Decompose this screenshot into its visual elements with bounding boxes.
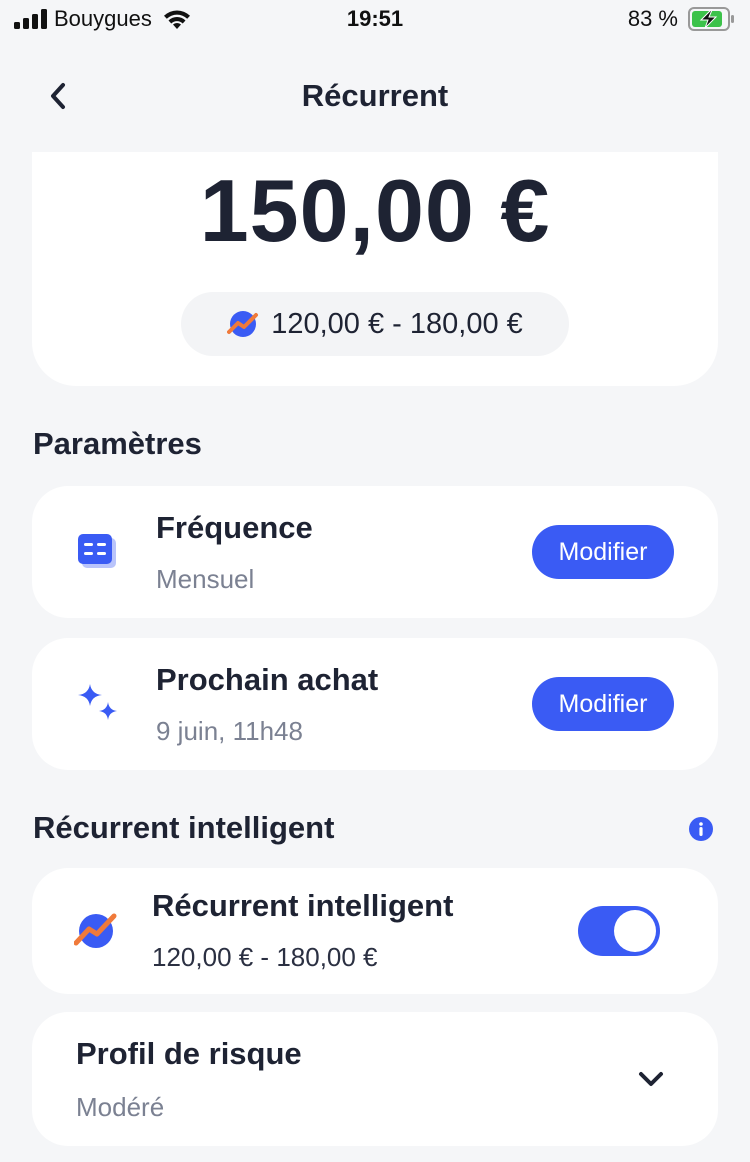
frequency-value: Mensuel xyxy=(156,564,255,594)
status-right: 83 % xyxy=(628,6,736,32)
next-purchase-card: Prochain achat 9 juin, 11h48 Modifier xyxy=(32,638,718,770)
battery-percent: 83 % xyxy=(627,6,678,31)
smart-recurring-range: 120,00 € - 180,00 € xyxy=(152,942,378,972)
calendar-icon xyxy=(78,534,116,568)
next-purchase-title: Prochain achat xyxy=(156,662,379,697)
modify-next-purchase-button[interactable]: Modifier xyxy=(532,677,674,731)
trend-icon xyxy=(74,913,117,948)
risk-profile-value: Modéré xyxy=(76,1092,165,1122)
amount-range-pill: 120,00 € - 180,00 € xyxy=(181,292,569,356)
page-title: Récurrent xyxy=(301,78,449,113)
smart-recurring-card: Récurrent intelligent 120,00 € - 180,00 … xyxy=(32,868,718,994)
info-icon[interactable] xyxy=(688,816,714,842)
frequency-title: Fréquence xyxy=(156,510,313,545)
status-bar: Bouygues 19:51 83 % xyxy=(0,0,750,44)
amount-value: 150,00 € xyxy=(199,161,551,260)
section-title-parametres: Paramètres xyxy=(33,426,202,461)
smart-recurring-toggle[interactable] xyxy=(578,906,660,956)
amount-range-text: 120,00 € - 180,00 € xyxy=(271,307,523,340)
toggle-knob xyxy=(614,910,656,952)
smart-recurring-title: Récurrent intelligent xyxy=(152,888,454,923)
chevron-down-icon[interactable] xyxy=(636,1064,666,1094)
nav-bar: Récurrent xyxy=(0,60,750,132)
risk-profile-title: Profil de risque xyxy=(76,1036,302,1071)
trend-icon xyxy=(227,311,259,337)
frequency-card: Fréquence Mensuel Modifier xyxy=(32,486,718,618)
battery-charging-icon xyxy=(688,7,734,31)
modify-frequency-button[interactable]: Modifier xyxy=(532,525,674,579)
risk-profile-card[interactable]: Profil de risque Modéré xyxy=(32,1012,718,1146)
section-title-smart-recurring: Récurrent intelligent xyxy=(33,810,335,845)
sparkle-icon xyxy=(78,684,117,720)
amount-card: 150,00 € 120,00 € - 180,00 € xyxy=(32,152,718,386)
next-purchase-value: 9 juin, 11h48 xyxy=(156,716,303,746)
